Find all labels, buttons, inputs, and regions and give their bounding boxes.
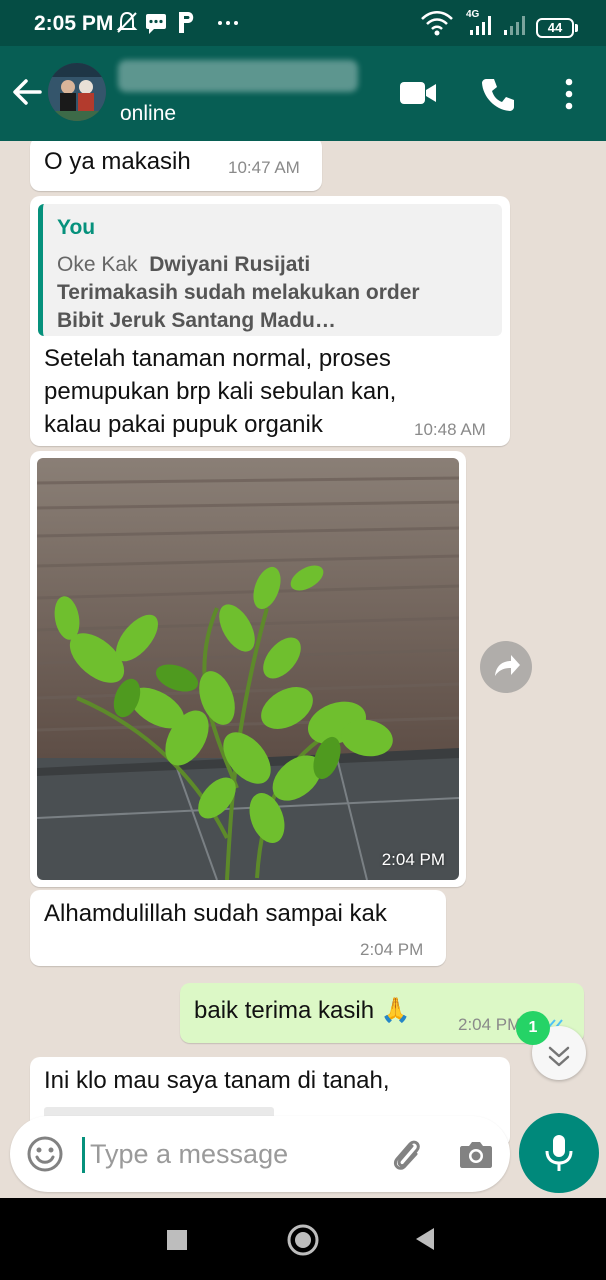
- more-options-icon[interactable]: [555, 74, 583, 114]
- message-input[interactable]: [90, 1134, 380, 1174]
- recents-square-icon[interactable]: [166, 1229, 188, 1251]
- message-text-line: kalau pakai pupuk organik: [44, 411, 323, 438]
- signal-weak-icon: [504, 16, 525, 35]
- quote-author: You: [57, 216, 96, 239]
- quote-line-1: Oke Kak Dwiyani Rusijati: [57, 253, 310, 277]
- message-text: Alhamdulillah sudah sampai kak: [44, 900, 387, 927]
- quote-line-2: Terimakasih sudah melakukan order: [57, 281, 420, 304]
- voice-call-icon[interactable]: [478, 74, 518, 114]
- battery-icon: 44: [536, 18, 578, 38]
- message-text: baik terima kasih 🙏: [194, 997, 411, 1024]
- microphone-icon: [545, 1135, 573, 1171]
- voice-message-button[interactable]: [519, 1113, 599, 1193]
- incoming-message[interactable]: Alhamdulillah sudah sampai kak 2:04 PM: [30, 890, 446, 966]
- avatar-photo: [48, 63, 106, 121]
- message-text: Ini klo mau saya tanam di tanah,: [44, 1067, 390, 1094]
- message-time: 2:04 PM: [458, 1015, 522, 1034]
- more-notifications-icon: [218, 21, 238, 25]
- contact-status: online: [120, 102, 177, 125]
- message-time: 10:48 AM: [414, 420, 486, 439]
- image-time: 2:04 PM: [381, 850, 445, 869]
- chat-area[interactable]: O ya makasih 10:47 AM You Oke Kak Dwiyan…: [0, 141, 606, 1198]
- unread-count-badge: 1: [516, 1011, 550, 1045]
- back-triangle-icon[interactable]: [414, 1227, 436, 1251]
- plant-photo[interactable]: 2:04 PM: [37, 458, 459, 880]
- message-text-line: pemupukan brp kali sebulan kan,: [44, 378, 397, 405]
- chat-header: online: [0, 46, 606, 141]
- incoming-image-message[interactable]: 2:04 PM: [30, 451, 466, 887]
- quoted-message[interactable]: You Oke Kak Dwiyani Rusijati Terimakasih…: [38, 204, 502, 336]
- message-time: 10:47 AM: [228, 158, 300, 177]
- home-circle-icon[interactable]: [286, 1223, 320, 1257]
- wifi-icon: [421, 11, 453, 36]
- notifications-muted-icon: [116, 11, 138, 33]
- message-text-line: Setelah tanaman normal, proses: [44, 345, 391, 372]
- message-notification-icon: [146, 14, 166, 34]
- contact-name-redacted[interactable]: [118, 60, 358, 92]
- status-time: 2:05 PM: [34, 12, 114, 35]
- contact-avatar[interactable]: [48, 63, 106, 121]
- battery-level: 44: [547, 20, 563, 35]
- back-arrow-icon[interactable]: [10, 74, 46, 110]
- emoji-icon[interactable]: [26, 1135, 64, 1173]
- quote-prefix: Oke Kak: [57, 253, 138, 276]
- status-bar: 2:05 PM 4G 44: [0, 0, 606, 46]
- video-call-icon[interactable]: [398, 76, 438, 110]
- p-app-icon: [179, 12, 194, 33]
- signal-strong-icon: [470, 16, 491, 35]
- incoming-message[interactable]: You Oke Kak Dwiyani Rusijati Terimakasih…: [30, 196, 510, 446]
- system-navigation-bar: [0, 1198, 606, 1280]
- message-time: 2:04 PM: [360, 940, 424, 959]
- camera-icon[interactable]: [458, 1136, 494, 1172]
- forward-button[interactable]: [480, 641, 532, 693]
- text-cursor: [82, 1137, 85, 1173]
- message-text: O ya makasih: [44, 148, 191, 175]
- message-composer: [10, 1116, 510, 1192]
- attach-paperclip-icon[interactable]: [386, 1134, 426, 1174]
- incoming-message[interactable]: O ya makasih 10:47 AM: [30, 141, 322, 191]
- quote-line-3: Bibit Jeruk Santang Madu…: [57, 309, 336, 332]
- plant-photo-image: [37, 458, 459, 880]
- forward-icon: [495, 655, 520, 676]
- quote-name: Dwiyani Rusijati: [149, 253, 311, 276]
